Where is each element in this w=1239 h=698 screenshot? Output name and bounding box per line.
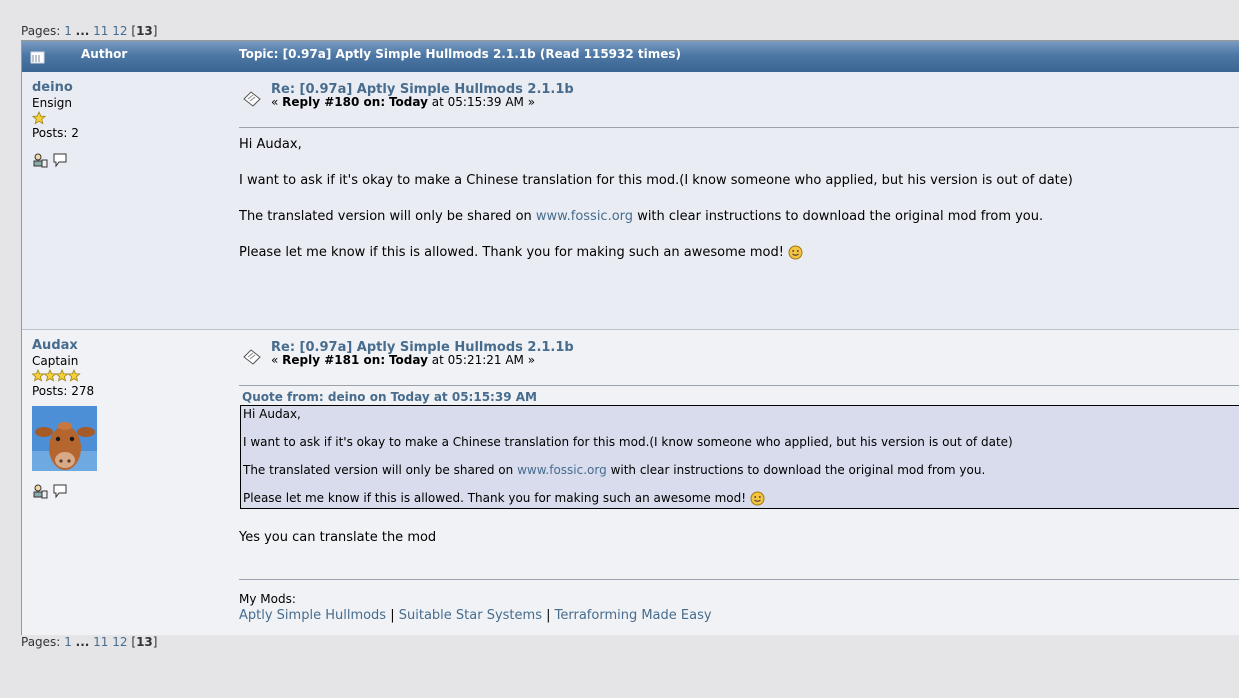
signature-divider	[239, 579, 1239, 580]
smiley-icon	[788, 245, 803, 260]
poster-info: deino Ensign Posts: 2	[31, 80, 222, 168]
page-link-12[interactable]: 12	[112, 635, 127, 649]
pages-ellipsis: ...	[75, 24, 90, 38]
reply-time: at 05:21:21 AM »	[431, 353, 536, 367]
sig-separator: |	[390, 608, 395, 623]
post-line-request: I want to ask if it's okay to make a Chi…	[239, 173, 1073, 188]
reply-time: at 05:15:39 AM »	[431, 95, 536, 109]
profile-icon[interactable]	[32, 152, 48, 168]
avatar	[32, 406, 97, 471]
reply-body-text: Yes you can translate the mod	[239, 530, 437, 545]
quote-header-link[interactable]: Quote from: deino on Today at 05:15:39 A…	[242, 390, 537, 404]
post-divider	[239, 385, 1239, 386]
page-link-12[interactable]: 12	[112, 24, 127, 38]
sig-separator: |	[546, 608, 551, 623]
fossic-link[interactable]: www.fossic.org	[536, 209, 633, 224]
post-line-greeting: Hi Audax,	[239, 137, 302, 152]
quote-fossic-link[interactable]: www.fossic.org	[517, 463, 607, 477]
rank-stars	[31, 110, 222, 125]
pagination-bottom: Pages: 1 ... 11 12 [13]	[21, 635, 158, 649]
poster-username[interactable]: Audax	[32, 338, 222, 353]
poster-post-count: Posts: 278	[32, 384, 95, 398]
pages-label: Pages:	[21, 24, 61, 38]
post-content-area: Re: [0.97a] Aptly Simple Hullmods 2.1.1b…	[238, 72, 1239, 112]
post-message-icon	[243, 91, 261, 107]
topic-title: Topic: [0.97a] Aptly Simple Hullmods 2.1…	[239, 47, 682, 61]
author-column-header: Author	[81, 47, 128, 61]
profile-icon[interactable]	[32, 483, 48, 499]
personal-message-icon[interactable]	[52, 152, 68, 168]
signature-links: Aptly Simple Hullmods | Suitable Star Sy…	[239, 608, 712, 623]
rank-stars	[31, 368, 222, 383]
poster-rank: Ensign	[32, 96, 72, 110]
topic-table: Author Topic: [0.97a] Aptly Simple Hullm…	[21, 40, 1239, 635]
post-181: Audax Captain Posts: 278 Re: [0.97a] Apt…	[22, 330, 1239, 635]
post-divider	[239, 127, 1239, 128]
smiley-icon	[750, 491, 765, 506]
poster-info: Audax Captain Posts: 278	[31, 338, 222, 499]
quote-line-thanks: Please let me know if this is allowed. T…	[243, 491, 765, 506]
pages-label: Pages:	[21, 635, 61, 649]
page-current: 13	[136, 635, 153, 649]
quote-line-sharing: The translated version will only be shar…	[243, 463, 985, 477]
post-message-icon	[243, 349, 261, 365]
signature-label: My Mods:	[239, 592, 296, 606]
reply-day: Today	[388, 353, 428, 367]
sharing-text-pre: The translated version will only be shar…	[239, 209, 532, 224]
sharing-text-post: with clear instructions to download the …	[637, 209, 1044, 224]
page-current: 13	[136, 24, 153, 38]
topic-document-icon	[30, 51, 45, 64]
reply-meta: « Reply #181 on: Today at 05:21:21 AM »	[271, 353, 535, 367]
page-link-1[interactable]: 1	[64, 24, 72, 38]
sig-link-aptly-simple-hullmods[interactable]: Aptly Simple Hullmods	[239, 608, 386, 623]
quote-line-request: I want to ask if it's okay to make a Chi…	[243, 435, 1013, 449]
reply-meta-prefix: «	[271, 353, 279, 367]
sig-link-terraforming-made-easy[interactable]: Terraforming Made Easy	[555, 608, 712, 623]
quote-box: Hi Audax, I want to ask if it's okay to …	[240, 405, 1239, 509]
star-icon	[31, 110, 47, 125]
star-icon	[31, 368, 81, 382]
reply-number: Reply #181 on:	[282, 353, 386, 367]
sig-link-suitable-star-systems[interactable]: Suitable Star Systems	[399, 608, 542, 623]
pagination-top: Pages: 1 ... 11 12 [13]	[21, 24, 158, 38]
quote-sharing-pre: The translated version will only be shar…	[243, 463, 514, 477]
post-180: deino Ensign Posts: 2 Re: [0.97a] Aptly …	[22, 72, 1239, 330]
quote-thanks-text: Please let me know if this is allowed. T…	[243, 491, 747, 505]
reply-meta: « Reply #180 on: Today at 05:15:39 AM »	[271, 95, 535, 109]
thanks-text: Please let me know if this is allowed. T…	[239, 245, 784, 260]
reply-number: Reply #180 on:	[282, 95, 386, 109]
poster-post-count: Posts: 2	[32, 126, 79, 140]
poster-username[interactable]: deino	[32, 80, 222, 95]
post-line-sharing: The translated version will only be shar…	[239, 209, 1043, 224]
reply-day: Today	[388, 95, 428, 109]
post-line-thanks: Please let me know if this is allowed. T…	[239, 245, 803, 260]
post-content-area: Re: [0.97a] Aptly Simple Hullmods 2.1.1b…	[238, 330, 1239, 370]
topic-header-bar: Author Topic: [0.97a] Aptly Simple Hullm…	[22, 41, 1239, 73]
reply-meta-prefix: «	[271, 95, 279, 109]
pages-ellipsis: ...	[75, 635, 90, 649]
quote-line-greeting: Hi Audax,	[243, 407, 301, 421]
page-link-1[interactable]: 1	[64, 635, 72, 649]
quote-sharing-post: with clear instructions to download the …	[610, 463, 986, 477]
personal-message-icon[interactable]	[52, 483, 68, 499]
page-link-11[interactable]: 11	[93, 635, 108, 649]
poster-rank: Captain	[32, 354, 79, 368]
page-link-11[interactable]: 11	[93, 24, 108, 38]
